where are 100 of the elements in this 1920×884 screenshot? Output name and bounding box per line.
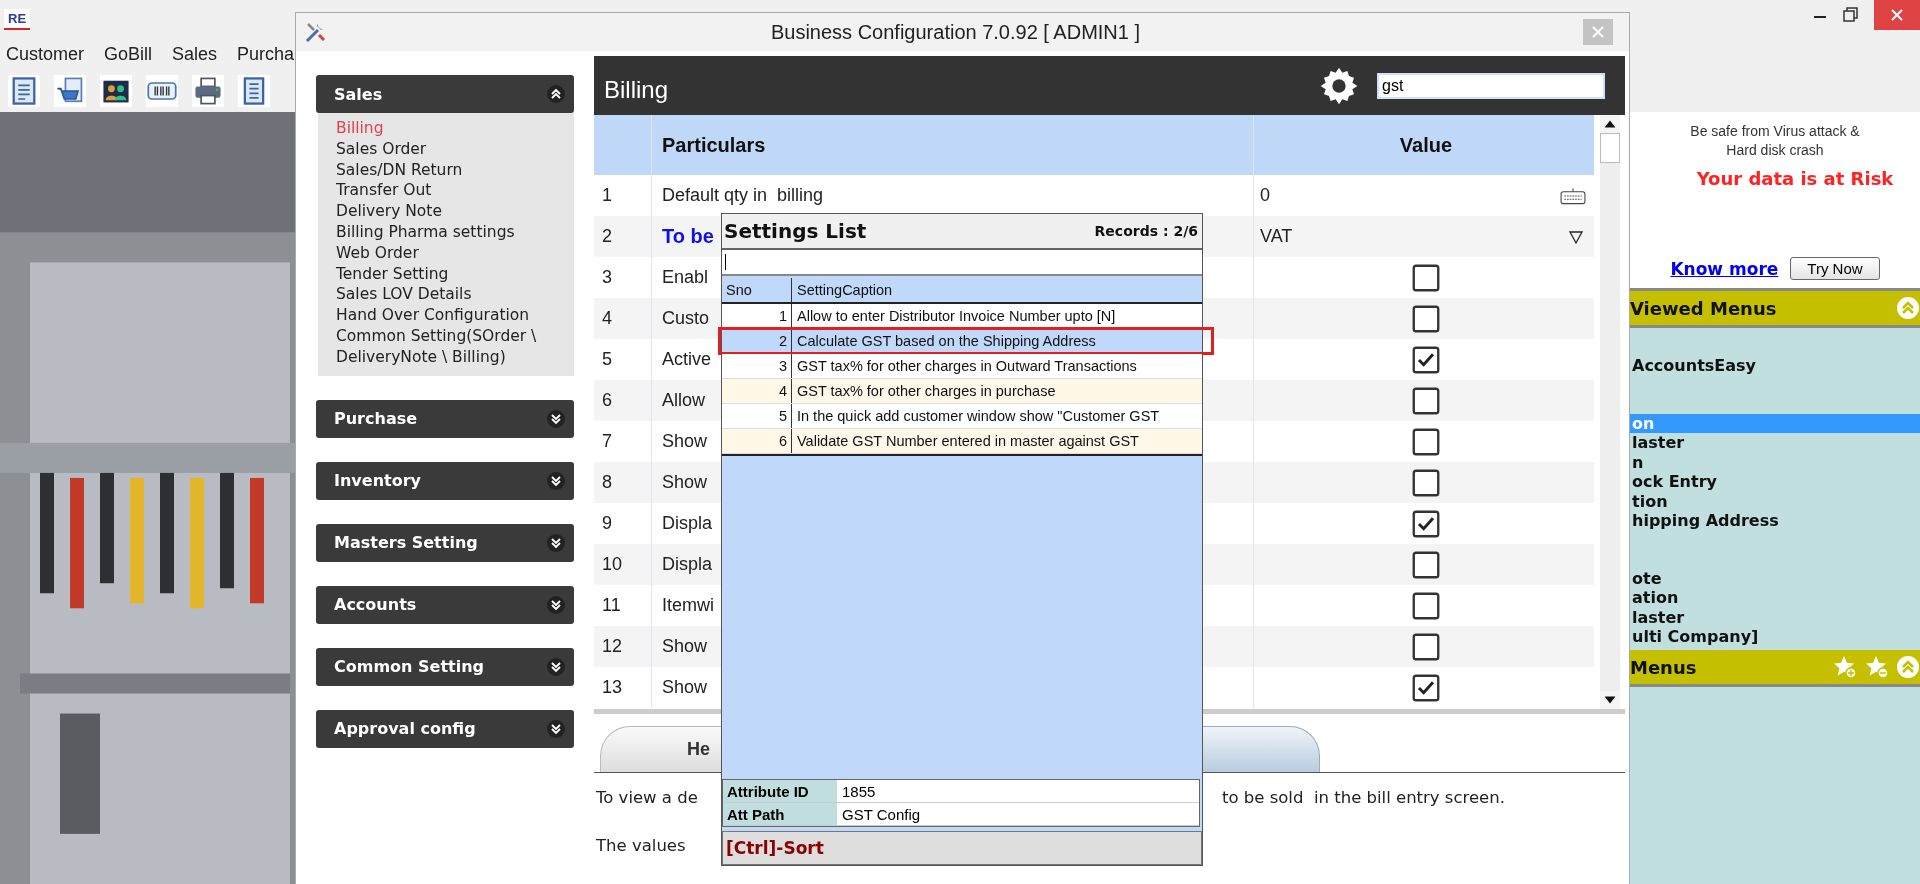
sidebar-item[interactable]: Tender Setting [336, 263, 574, 285]
star-remove-icon[interactable] [1864, 654, 1890, 680]
sidebar-item[interactable]: Billing Pharma settings [336, 222, 574, 243]
panel-title: Viewed Menus [1630, 297, 1778, 319]
sidebar-item[interactable]: Common Setting(SOrder \ DeliveryNote \ Billing) [336, 325, 574, 368]
section-header[interactable]: Accounts [316, 585, 574, 624]
column-header: SettingCaption [796, 282, 893, 298]
warning-text: Your data is at Risk [1696, 168, 1894, 189]
chevron-icon[interactable] [546, 470, 566, 491]
scroll-down-icon[interactable] [1600, 691, 1620, 709]
filter-field[interactable] [722, 250, 1202, 276]
scrollbar[interactable] [1600, 115, 1620, 709]
checkbox[interactable] [1412, 550, 1440, 579]
list-row[interactable]: 6 Validate GST Number entered in master against GST [722, 429, 1202, 454]
table-cell: Show [662, 431, 708, 452]
menu-list-item[interactable]: ulti Company] [1630, 627, 1920, 647]
chevron-icon[interactable] [546, 532, 566, 553]
help-text: To view a de [596, 787, 698, 807]
chevron-icon[interactable] [546, 594, 566, 615]
sidebar-item[interactable]: Hand Over Configuration [336, 305, 574, 326]
table-cell: Show [662, 636, 708, 657]
tools-icon [304, 20, 328, 44]
menu-list-item[interactable]: ote [1630, 568, 1920, 588]
list-row[interactable]: 3 GST tax% for other charges in Outward Transactions [722, 354, 1202, 379]
checkbox[interactable] [1412, 304, 1440, 333]
checkbox[interactable] [1412, 345, 1440, 374]
menu-list-item[interactable]: ock Entry [1630, 472, 1920, 492]
menu-list-item[interactable]: tion [1630, 491, 1920, 511]
sidebar-item[interactable]: Web Order [336, 242, 574, 264]
table-cell: 4 [722, 379, 792, 403]
list-row[interactable]: 1 Allow to enter Distributor Invoice Number upto [N] [722, 304, 1202, 329]
list-row[interactable]: 4 GST tax% for other charges in purchase [722, 379, 1202, 404]
help-text: to be sold in the bill entry screen. [1222, 787, 1505, 807]
checkbox[interactable] [1412, 427, 1440, 456]
try-now-button[interactable]: Try Now [1790, 257, 1880, 280]
section-title: Inventory [334, 471, 422, 491]
section-header[interactable]: Approval config [316, 709, 574, 748]
scroll-thumb[interactable] [1600, 133, 1620, 163]
section-header[interactable]: Masters Setting [316, 523, 574, 562]
table-cell: 3 [722, 354, 792, 378]
scroll-up-icon[interactable] [1600, 115, 1620, 133]
printer-icon[interactable] [192, 75, 224, 107]
document-icon[interactable] [238, 75, 270, 107]
chevron-icon[interactable] [546, 84, 566, 104]
popup-title: Settings List [724, 219, 867, 243]
sidebar-item[interactable]: Sales/DN Return [336, 159, 574, 181]
table-cell: Custo [662, 308, 710, 329]
ad-text: Be safe from Virus attack & [1690, 122, 1860, 141]
sidebar-item[interactable]: Sales LOV Details [336, 284, 574, 306]
checkbox[interactable] [1412, 673, 1440, 702]
dropdown-icon[interactable] [1568, 228, 1584, 245]
menu-list-item[interactable]: laster [1630, 433, 1920, 453]
table-cell-text: Allow to enter Distributor Invoice Number upto [N] [796, 308, 1116, 324]
close-button[interactable] [1874, 0, 1920, 30]
settings-icon[interactable] [1319, 65, 1359, 106]
restore-icon[interactable] [1842, 6, 1860, 24]
menu-list-item[interactable]: ation [1630, 588, 1920, 608]
table-cell: Default qty in billing [662, 185, 824, 206]
checkbox[interactable] [1412, 386, 1440, 415]
keyboard-icon[interactable] [1560, 186, 1586, 205]
table-cell: Allow [662, 390, 705, 411]
chevron-icon[interactable] [546, 718, 566, 739]
know-more-link[interactable]: Know more [1670, 258, 1779, 279]
menu-list-item[interactable]: n [1630, 452, 1920, 472]
checkbox[interactable] [1412, 632, 1440, 661]
star-add-icon[interactable] [1832, 654, 1858, 680]
ad-text: Hard disk crash [1726, 141, 1824, 160]
section-header[interactable]: Common Setting [316, 647, 574, 686]
menu-list-item[interactable]: laster [1630, 607, 1920, 627]
table-cell-text: GST tax% for other charges in Outward Transactions [796, 358, 1137, 374]
section-header[interactable]: Sales [316, 75, 574, 113]
sidebar-item[interactable]: Delivery Note [336, 201, 574, 222]
cart-document-icon[interactable] [54, 75, 86, 107]
table-cell: Enabl [662, 267, 709, 288]
sidebar-item[interactable]: Transfer Out [336, 180, 574, 202]
table-cell: 6 [722, 429, 792, 453]
table-cell: 0 [1260, 185, 1270, 206]
attribute-label: Attribute ID [723, 780, 837, 802]
section-title: Accounts [334, 595, 418, 615]
table-cell: Active [662, 349, 712, 370]
checkbox[interactable] [1412, 468, 1440, 497]
barcode-icon[interactable] [146, 75, 178, 107]
chevron-icon[interactable] [546, 656, 566, 677]
people-icon[interactable] [100, 75, 132, 107]
menu-list-item[interactable]: hipping Address [1630, 511, 1920, 531]
section-header[interactable]: Inventory [316, 461, 574, 500]
menu-item[interactable]: GoBill [104, 43, 153, 65]
document-icon[interactable] [8, 75, 40, 107]
search-field[interactable]: gst [1377, 72, 1605, 99]
section-header[interactable]: Purchase [316, 399, 574, 438]
menu-item[interactable]: Purcha [237, 43, 295, 65]
list-row[interactable]: 5 In the quick add customer window show "Customer GST [722, 404, 1202, 429]
menu-item[interactable]: Sales [172, 43, 218, 65]
checkbox[interactable] [1412, 591, 1440, 620]
checkbox[interactable] [1412, 263, 1440, 292]
checkbox[interactable] [1412, 509, 1440, 538]
menu-list-item[interactable]: AccountsEasy [1630, 356, 1920, 376]
sidebar-item[interactable]: Sales Order [336, 138, 574, 160]
chevron-icon[interactable] [546, 408, 566, 429]
menu-item[interactable]: Customer [6, 43, 85, 65]
